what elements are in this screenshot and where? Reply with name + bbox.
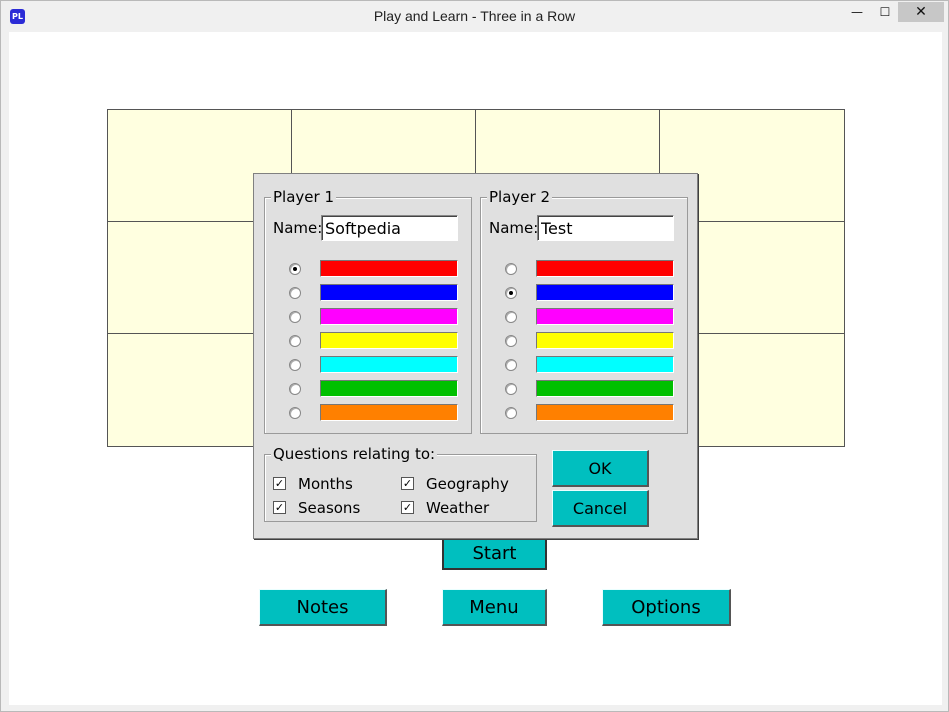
minimize-button[interactable]: — <box>843 2 871 22</box>
maximize-button[interactable]: ☐ <box>871 2 899 22</box>
questions-group: Questions relating to: ✓ Months ✓ Geography… <box>264 445 537 522</box>
topic-label: Seasons <box>298 499 361 517</box>
topic-checkbox[interactable]: ✓ <box>273 501 286 514</box>
player-settings-dialog: Player 1 Name: Player 2 Name: Questions … <box>253 173 698 539</box>
player2-group: Player 2 Name: <box>480 188 688 434</box>
player1-color-radio[interactable] <box>289 287 301 299</box>
player2-color-radio[interactable] <box>505 287 517 299</box>
questions-label: Questions relating to: <box>271 445 438 463</box>
topic-label: Weather <box>426 499 490 517</box>
cancel-button[interactable]: Cancel <box>552 490 649 527</box>
player2-color-radio[interactable] <box>505 359 517 371</box>
player1-label: Player 1 <box>271 188 336 206</box>
topic-label: Geography <box>426 475 509 493</box>
player1-color-swatch[interactable] <box>320 380 458 397</box>
player2-color-swatch[interactable] <box>536 332 674 349</box>
player1-group: Player 1 Name: <box>264 188 472 434</box>
app-window: PL Play and Learn - Three in a Row — ☐ ✕… <box>0 0 949 712</box>
notes-button[interactable]: Notes <box>259 589 387 626</box>
player1-color-radio[interactable] <box>289 263 301 275</box>
window-title: Play and Learn - Three in a Row <box>373 8 576 24</box>
player1-color-radio[interactable] <box>289 407 301 419</box>
topic-label: Months <box>298 475 353 493</box>
player2-color-radio[interactable] <box>505 263 517 275</box>
player1-color-swatch[interactable] <box>320 404 458 421</box>
ok-button[interactable]: OK <box>552 450 649 487</box>
player2-color-radio[interactable] <box>505 407 517 419</box>
player2-color-radio[interactable] <box>505 311 517 323</box>
player1-name-label: Name: <box>273 219 323 237</box>
topic-checkbox[interactable]: ✓ <box>401 501 414 514</box>
player2-color-swatch[interactable] <box>536 380 674 397</box>
player2-color-swatch[interactable] <box>536 284 674 301</box>
player2-color-swatch[interactable] <box>536 404 674 421</box>
start-button[interactable]: Start <box>442 537 547 570</box>
player2-color-swatch[interactable] <box>536 260 674 277</box>
title-bar[interactable]: PL Play and Learn - Three in a Row — ☐ ✕ <box>1 1 948 32</box>
player1-color-radio[interactable] <box>289 383 301 395</box>
player1-color-radio[interactable] <box>289 311 301 323</box>
player2-color-radio[interactable] <box>505 383 517 395</box>
player2-name-label: Name: <box>489 219 539 237</box>
player2-color-swatch[interactable] <box>536 308 674 325</box>
close-button[interactable]: ✕ <box>898 2 944 22</box>
player2-color-swatch[interactable] <box>536 356 674 373</box>
player1-color-swatch[interactable] <box>320 356 458 373</box>
menu-button[interactable]: Menu <box>442 589 547 626</box>
player2-color-radio[interactable] <box>505 335 517 347</box>
player2-name-input[interactable] <box>537 215 674 241</box>
player1-color-swatch[interactable] <box>320 332 458 349</box>
topic-checkbox[interactable]: ✓ <box>401 477 414 490</box>
player1-name-input[interactable] <box>321 215 458 241</box>
player1-color-swatch[interactable] <box>320 284 458 301</box>
options-button[interactable]: Options <box>602 589 731 626</box>
player1-color-swatch[interactable] <box>320 260 458 277</box>
player1-color-swatch[interactable] <box>320 308 458 325</box>
player1-color-radio[interactable] <box>289 335 301 347</box>
player1-color-radio[interactable] <box>289 359 301 371</box>
topic-checkbox[interactable]: ✓ <box>273 477 286 490</box>
player2-label: Player 2 <box>487 188 552 206</box>
